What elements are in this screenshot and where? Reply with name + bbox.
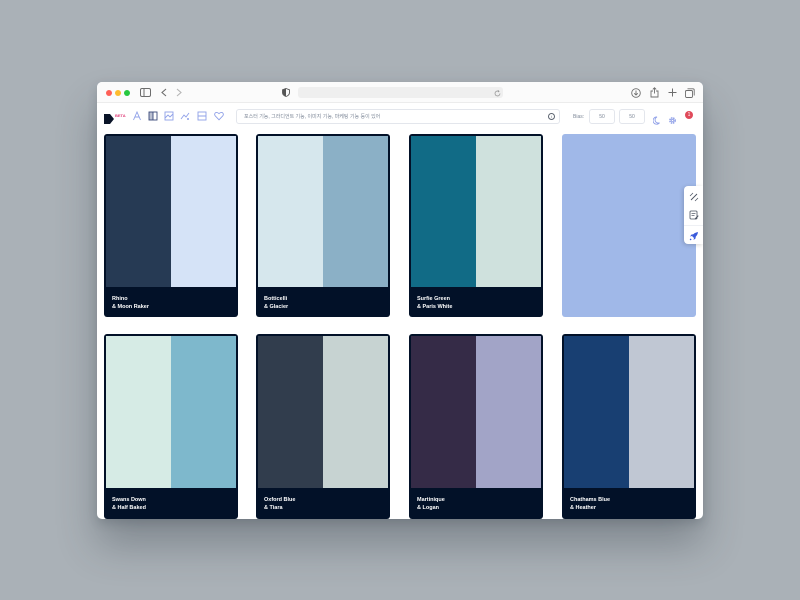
- palette-name: Botticelli & Glacier: [264, 295, 288, 311]
- palette-name-line2: & Glacier: [264, 304, 289, 310]
- palette-name-line1: Martinique: [417, 497, 445, 503]
- swatch-right: [476, 336, 541, 488]
- palette-swatches: [411, 136, 541, 287]
- swatch-right: [476, 136, 541, 287]
- palette-card[interactable]: Martinique & Logan: [409, 334, 543, 519]
- browser-window: BETA 포스터 기능, 그라디언트 기능, 이미지 기능, 마케팅 기능 등이…: [97, 82, 703, 519]
- font-icon[interactable]: [132, 111, 142, 121]
- bias-input-b[interactable]: 50: [619, 109, 645, 124]
- palette-name: Chathams Blue & Heather: [570, 496, 610, 512]
- palette-card-loading[interactable]: [562, 134, 696, 317]
- palette-card[interactable]: Botticelli & Glacier: [256, 134, 390, 317]
- notification-badge[interactable]: 1: [685, 111, 693, 119]
- address-bar[interactable]: [298, 87, 503, 98]
- palette-card[interactable]: Rhino & Moon Raker: [104, 134, 238, 317]
- bias-input-a[interactable]: 50: [589, 109, 615, 124]
- beta-badge: BETA: [115, 113, 126, 118]
- palette-card[interactable]: Swans Down & Half Baked: [104, 334, 238, 519]
- swatch-left: [411, 336, 476, 488]
- palette-name-line1: Rhino: [112, 296, 128, 302]
- swatch-right: [171, 136, 236, 287]
- palette-swatches: [106, 136, 236, 287]
- rocket-button[interactable]: [684, 225, 703, 244]
- zoom-window-button[interactable]: [124, 90, 130, 96]
- sidebar-icon[interactable]: [140, 86, 151, 99]
- share-icon[interactable]: [649, 86, 659, 99]
- back-icon[interactable]: [160, 86, 168, 99]
- floating-tool-panel: [684, 186, 703, 244]
- browser-titlebar: [97, 82, 703, 103]
- info-icon[interactable]: i: [548, 113, 555, 120]
- palette-name: Rhino & Moon Raker: [112, 295, 149, 311]
- forward-icon[interactable]: [175, 86, 183, 99]
- palette-name-line1: Botticelli: [264, 296, 288, 302]
- palette-name-line2: & Heather: [570, 505, 596, 511]
- download-icon[interactable]: [630, 86, 641, 99]
- swatch-left: [564, 336, 629, 488]
- swatch-right: [323, 136, 388, 287]
- swatch-left: [106, 136, 171, 287]
- image-icon[interactable]: [164, 111, 174, 121]
- edit-note-icon[interactable]: [688, 209, 699, 220]
- palette-name-line2: & Tiara: [264, 505, 283, 511]
- palette-card[interactable]: Chathams Blue & Heather: [562, 334, 696, 519]
- new-tab-icon[interactable]: [667, 86, 677, 99]
- app-toolbar: BETA 포스터 기능, 그라디언트 기능, 이미지 기능, 마케팅 기능 등이…: [97, 103, 703, 130]
- palette-name-line2: & Moon Raker: [112, 304, 149, 310]
- palette-swatches: [106, 336, 236, 488]
- swatch-left: [411, 136, 476, 287]
- palette-name-line1: Swans Down: [112, 497, 146, 503]
- reload-icon[interactable]: [494, 87, 501, 100]
- app-logo[interactable]: [104, 111, 114, 124]
- palette-name-line1: Oxford Blue: [264, 497, 296, 503]
- palette-card[interactable]: Surfie Green & Paris White: [409, 134, 543, 317]
- gradient-icon[interactable]: [180, 111, 190, 121]
- brush-icon[interactable]: [688, 191, 699, 202]
- tabs-overview-icon[interactable]: [685, 86, 695, 99]
- palette-swatches: [411, 336, 541, 488]
- palette-swatches: [258, 336, 388, 488]
- swatch-left: [258, 136, 323, 287]
- palette-name-line2: & Paris White: [417, 304, 453, 310]
- minimize-window-button[interactable]: [115, 90, 121, 96]
- palette-name-line2: & Half Baked: [112, 505, 146, 511]
- search-placeholder: 포스터 기능, 그라디언트 기능, 이미지 기능, 마케팅 기능 등이 있어: [244, 114, 381, 120]
- palette-name-line1: Chathams Blue: [570, 497, 611, 503]
- rocket-icon: [688, 230, 699, 241]
- gear-icon[interactable]: [668, 112, 677, 124]
- palette-name-line2: & Logan: [417, 505, 439, 511]
- moon-icon[interactable]: [652, 112, 662, 125]
- palette-card[interactable]: Oxford Blue & Tiara: [256, 334, 390, 519]
- palette-name: Oxford Blue & Tiara: [264, 496, 295, 512]
- close-window-button[interactable]: [106, 90, 112, 96]
- layout-icon[interactable]: [197, 111, 207, 121]
- palette-swatches: [564, 336, 694, 488]
- search-input[interactable]: 포스터 기능, 그라디언트 기능, 이미지 기능, 마케팅 기능 등이 있어 i: [236, 109, 560, 124]
- palette-swatches: [258, 136, 388, 287]
- palette-name: Surfie Green & Paris White: [417, 295, 452, 311]
- swatch-right: [171, 336, 236, 488]
- columns-icon[interactable]: [148, 111, 158, 121]
- palette-name-line1: Surfie Green: [417, 296, 451, 302]
- palette-name: Martinique & Logan: [417, 496, 445, 512]
- shield-icon: [281, 86, 290, 99]
- bias-label: Bias:: [573, 114, 585, 120]
- swatch-right: [629, 336, 694, 488]
- heart-icon[interactable]: [214, 111, 224, 121]
- swatch-left: [258, 336, 323, 488]
- swatch-left: [106, 336, 171, 488]
- swatch-right: [323, 336, 388, 488]
- palette-name: Swans Down & Half Baked: [112, 496, 146, 512]
